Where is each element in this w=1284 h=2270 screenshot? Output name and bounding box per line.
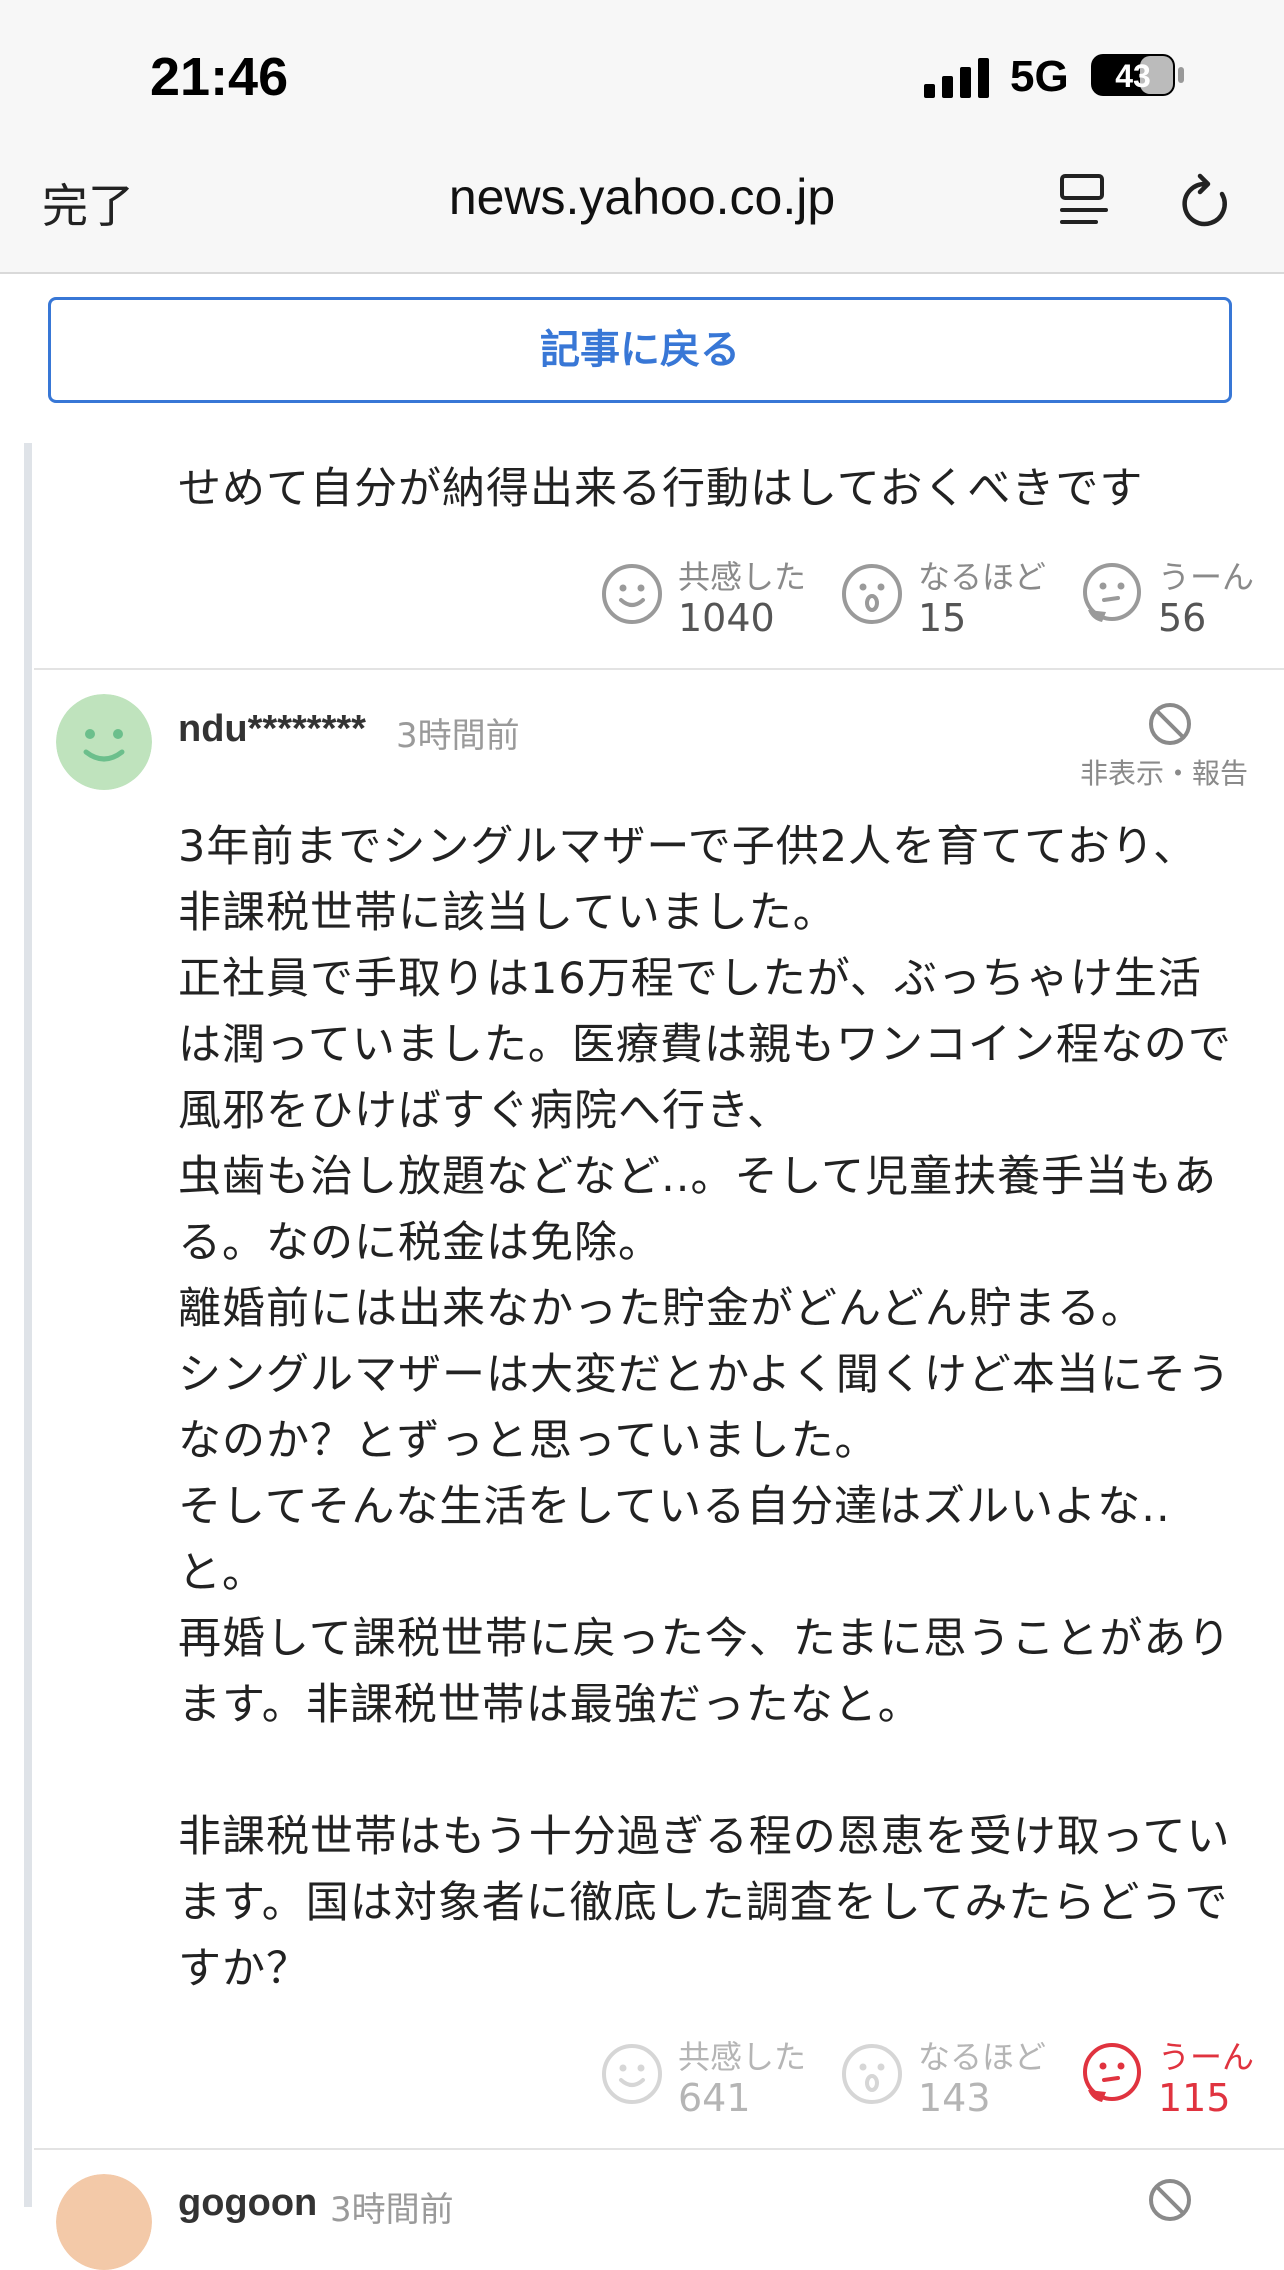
comment-divider — [34, 668, 1284, 670]
reaction-count: 143 — [918, 2076, 991, 2120]
reaction-label: うーん — [1158, 558, 1255, 596]
reaction-label: 共感した — [678, 2038, 807, 2076]
surprised-face-icon — [842, 2044, 902, 2104]
smile-face-icon — [602, 2044, 662, 2104]
block-icon[interactable] — [1146, 700, 1194, 748]
avatar[interactable] — [56, 694, 152, 790]
reload-icon[interactable] — [1176, 170, 1236, 234]
comment-timestamp: 3時間前 — [396, 716, 520, 756]
reaction-label: なるほど — [918, 558, 1047, 596]
reaction-count: 1040 — [678, 596, 775, 640]
block-icon[interactable] — [1146, 2176, 1194, 2224]
reaction-count: 115 — [1158, 2076, 1231, 2120]
cellular-signal-icon — [924, 58, 989, 98]
battery-level: 43 — [1115, 58, 1151, 94]
comment-username[interactable]: ndu******** — [178, 708, 366, 751]
comment-username[interactable]: gogoon — [178, 2182, 317, 2225]
reaction-label: 共感した — [678, 558, 807, 596]
thread-line — [24, 443, 32, 2207]
status-time: 21:46 — [150, 47, 289, 107]
back-to-article-button[interactable]: 記事に戻る — [48, 297, 1232, 403]
reaction-count: 15 — [918, 596, 967, 640]
network-type: 5G — [1010, 52, 1069, 101]
comment-divider — [34, 2148, 1284, 2150]
thinking-face-icon — [1083, 563, 1141, 622]
reaction-count: 56 — [1158, 596, 1207, 640]
reaction-label: うーん — [1158, 2038, 1255, 2076]
comment-body: 3年前までシングルマザーで子供2人を育てており、 非課税世帯に該当していました。… — [178, 822, 1232, 1994]
reaction-label: なるほど — [918, 2038, 1047, 2076]
thinking-face-icon — [1083, 2043, 1141, 2102]
surprised-face-icon — [842, 564, 902, 624]
browser-toolbar: 完了 news.yahoo.co.jp — [0, 140, 1284, 274]
comment-body: せめて自分が納得出来る行動はしておくべきです — [178, 464, 1144, 514]
smile-face-icon — [602, 564, 662, 624]
status-bar: 21:46 5G 43 — [0, 0, 1284, 140]
battery-icon: 43 — [1091, 54, 1184, 96]
avatar[interactable] — [56, 2174, 152, 2270]
reaction-count: 641 — [678, 2076, 751, 2120]
hide-report-link[interactable]: 非表示・報告 — [1080, 752, 1248, 792]
reader-view-icon[interactable] — [1058, 172, 1114, 232]
